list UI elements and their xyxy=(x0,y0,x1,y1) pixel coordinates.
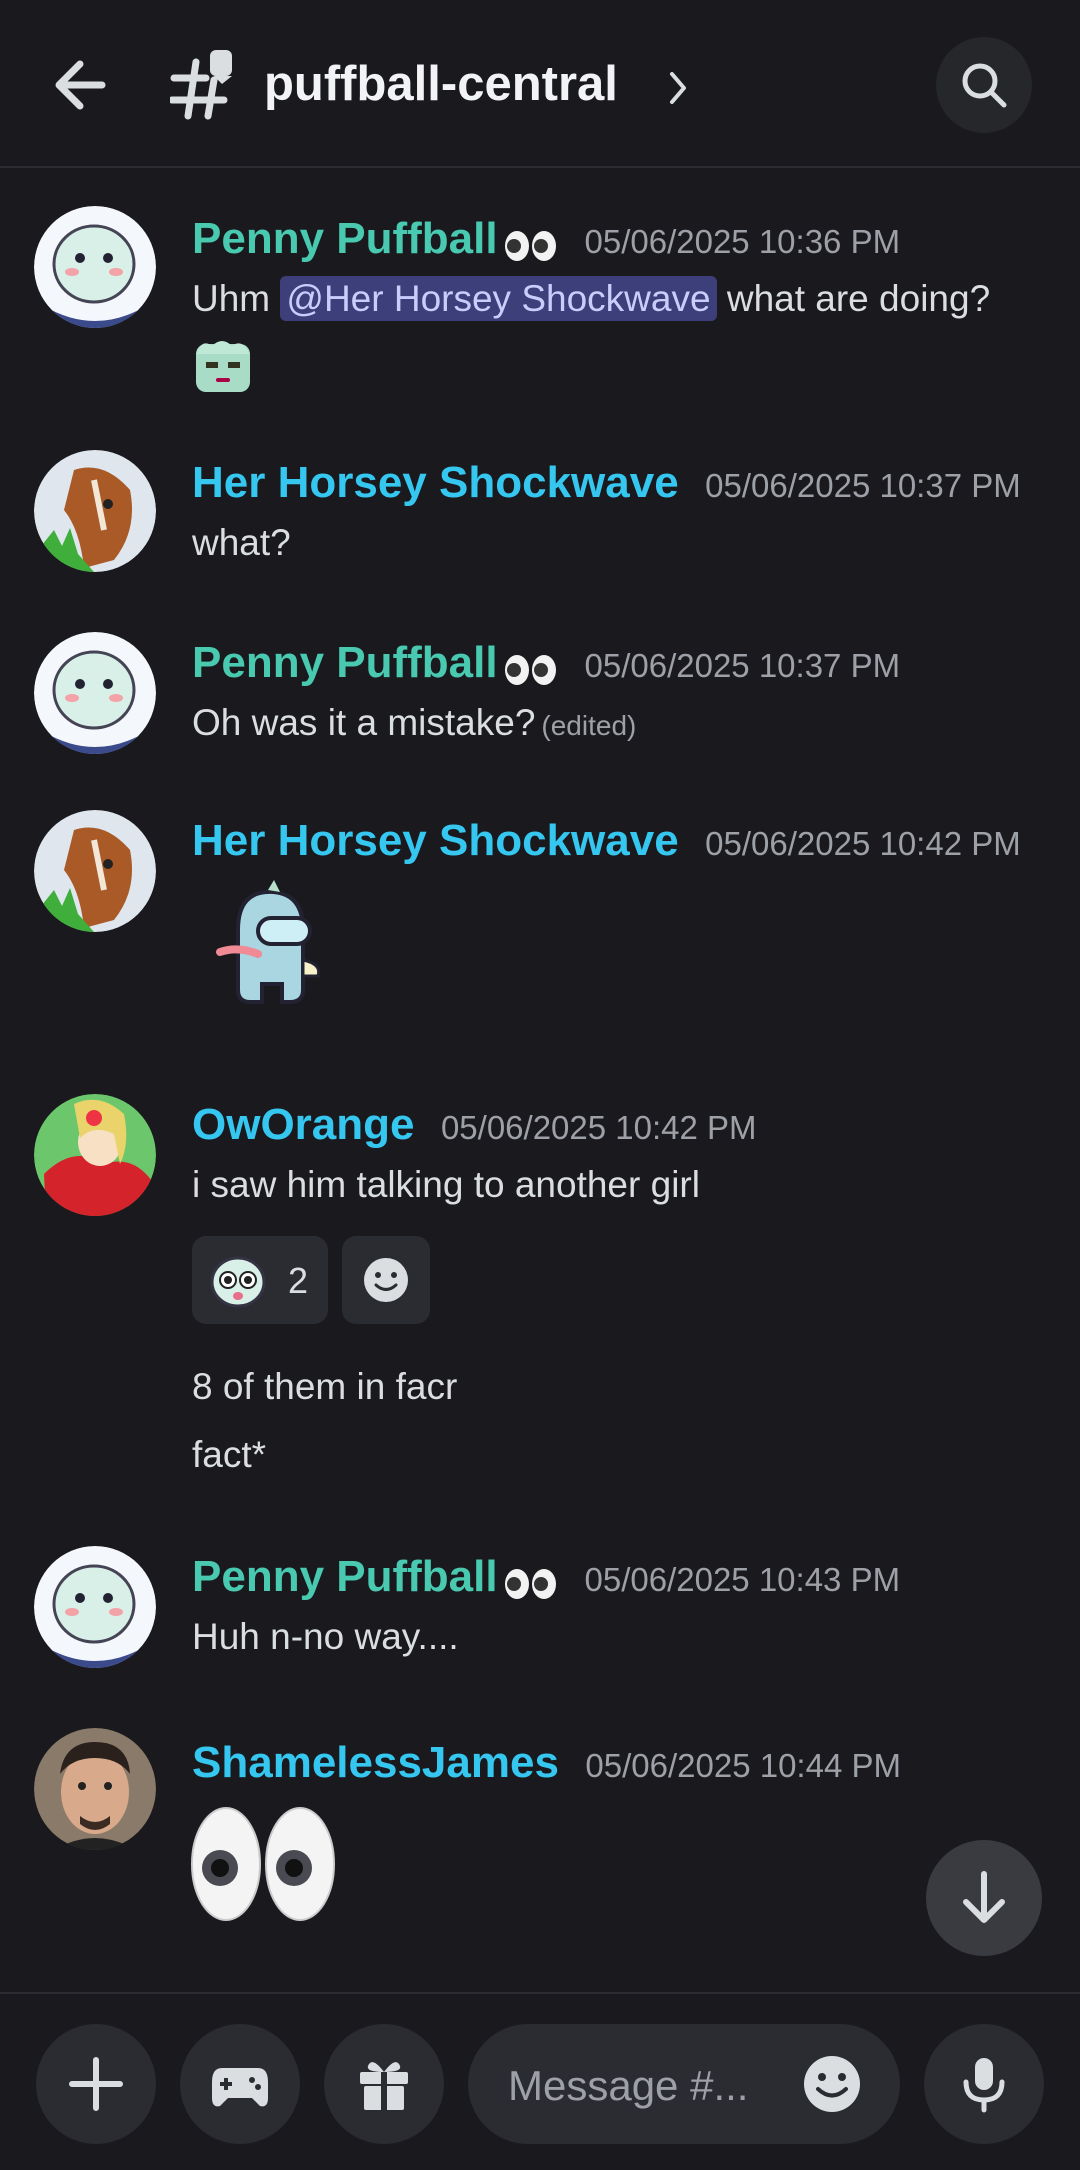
hashtag-threads-icon xyxy=(168,50,240,120)
message-item[interactable]: Her Horsey Shockwave 05/06/2025 10:37 PM… xyxy=(0,440,1080,580)
eyes-emoji-icon[interactable] xyxy=(190,1804,338,1924)
timestamp: 05/06/2025 10:42 PM xyxy=(440,1109,757,1146)
channel-header: puffball-central xyxy=(0,0,1080,168)
avatar[interactable] xyxy=(34,206,156,328)
arrow-down-icon xyxy=(963,1871,1005,1923)
timestamp: 05/06/2025 10:42 PM xyxy=(705,825,1021,862)
message-item[interactable]: OwOrange 05/06/2025 10:42 PM i saw him t… xyxy=(0,1080,1080,1500)
message-text: 8 of them in facr xyxy=(192,1366,458,1407)
add-attachment-button[interactable] xyxy=(36,2024,156,2144)
puffball-emoji-icon xyxy=(210,1256,266,1308)
emoji-icon[interactable] xyxy=(802,2054,862,2114)
search-button[interactable] xyxy=(936,37,1032,133)
add-emoji-icon xyxy=(364,1258,408,1302)
message-text: Uhm @Her Horsey Shockwave what are doing… xyxy=(192,276,991,321)
message-text: fact* xyxy=(192,1434,267,1475)
avatar[interactable] xyxy=(34,1728,156,1850)
message-text-part: Oh was it a mistake? xyxy=(192,702,536,743)
chevron-right-icon[interactable] xyxy=(664,68,692,108)
username[interactable]: OwOrange xyxy=(192,1100,415,1149)
crewmate-sticker-icon[interactable] xyxy=(198,880,328,1010)
scroll-to-bottom-button[interactable] xyxy=(926,1840,1042,1956)
timestamp: 05/06/2025 10:43 PM xyxy=(584,1561,901,1598)
activities-button[interactable] xyxy=(180,2024,300,2144)
username[interactable]: Penny Puffball xyxy=(192,214,498,263)
message-text: Oh was it a mistake? (edited) xyxy=(192,702,636,744)
message-input-placeholder: Message #... xyxy=(508,2062,749,2109)
eyes-emoji-icon xyxy=(504,1567,558,1606)
message-item[interactable]: Penny Puffball 05/06/2025 10:43 PM Huh n… xyxy=(0,1540,1080,1680)
avatar[interactable] xyxy=(34,1094,156,1216)
timestamp: 05/06/2025 10:36 PM xyxy=(584,223,901,260)
eyes-emoji-icon xyxy=(504,653,558,692)
timestamp: 05/06/2025 10:44 PM xyxy=(585,1747,901,1784)
edited-label: (edited) xyxy=(541,710,637,741)
voice-message-button[interactable] xyxy=(924,2024,1044,2144)
message-text-part: what are doing? xyxy=(716,278,991,319)
timestamp: 05/06/2025 10:37 PM xyxy=(584,647,901,684)
timestamp: 05/06/2025 10:37 PM xyxy=(705,467,1021,504)
gift-icon xyxy=(360,2062,408,2110)
reaction-chip[interactable]: 2 xyxy=(192,1236,328,1324)
avatar[interactable] xyxy=(34,450,156,572)
avatar[interactable] xyxy=(34,1546,156,1668)
eyes-emoji-icon xyxy=(504,229,558,268)
channel-name[interactable]: puffball-central xyxy=(264,56,618,112)
user-mention[interactable]: @Her Horsey Shockwave xyxy=(280,276,717,321)
username[interactable]: Penny Puffball xyxy=(192,638,498,687)
message-item[interactable]: Her Horsey Shockwave 05/06/2025 10:42 PM xyxy=(0,800,1080,1020)
avatar[interactable] xyxy=(34,810,156,932)
message-text: what? xyxy=(192,522,291,563)
add-reaction-button[interactable] xyxy=(342,1236,430,1324)
arrow-left-icon xyxy=(55,60,106,110)
message-item[interactable]: ShamelessJames 05/06/2025 10:44 PM xyxy=(0,1720,1080,1950)
reaction-count: 2 xyxy=(288,1260,309,1301)
avatar[interactable] xyxy=(34,632,156,754)
username[interactable]: ShamelessJames xyxy=(192,1738,559,1787)
message-item[interactable]: Penny Puffball 05/06/2025 10:36 PM Uhm @… xyxy=(0,200,1080,410)
message-composer: Message #... xyxy=(0,1992,1080,2170)
message-item[interactable]: Penny Puffball 05/06/2025 10:37 PM Oh wa… xyxy=(0,620,1080,760)
custom-emoji-icon[interactable] xyxy=(192,334,254,396)
message-input[interactable]: Message #... xyxy=(468,2024,900,2144)
gamepad-icon xyxy=(212,2068,268,2107)
search-icon xyxy=(962,63,1007,108)
message-text: Huh n-no way.... xyxy=(192,1616,459,1657)
plus-icon xyxy=(69,2057,123,2111)
username[interactable]: Her Horsey Shockwave xyxy=(192,816,679,865)
back-button[interactable] xyxy=(44,45,124,125)
microphone-icon xyxy=(963,2058,1005,2113)
message-text-part: Uhm xyxy=(192,278,281,319)
gift-button[interactable] xyxy=(324,2024,444,2144)
message-text: i saw him talking to another girl xyxy=(192,1164,700,1205)
username[interactable]: Penny Puffball xyxy=(192,1552,498,1601)
username[interactable]: Her Horsey Shockwave xyxy=(192,458,679,507)
